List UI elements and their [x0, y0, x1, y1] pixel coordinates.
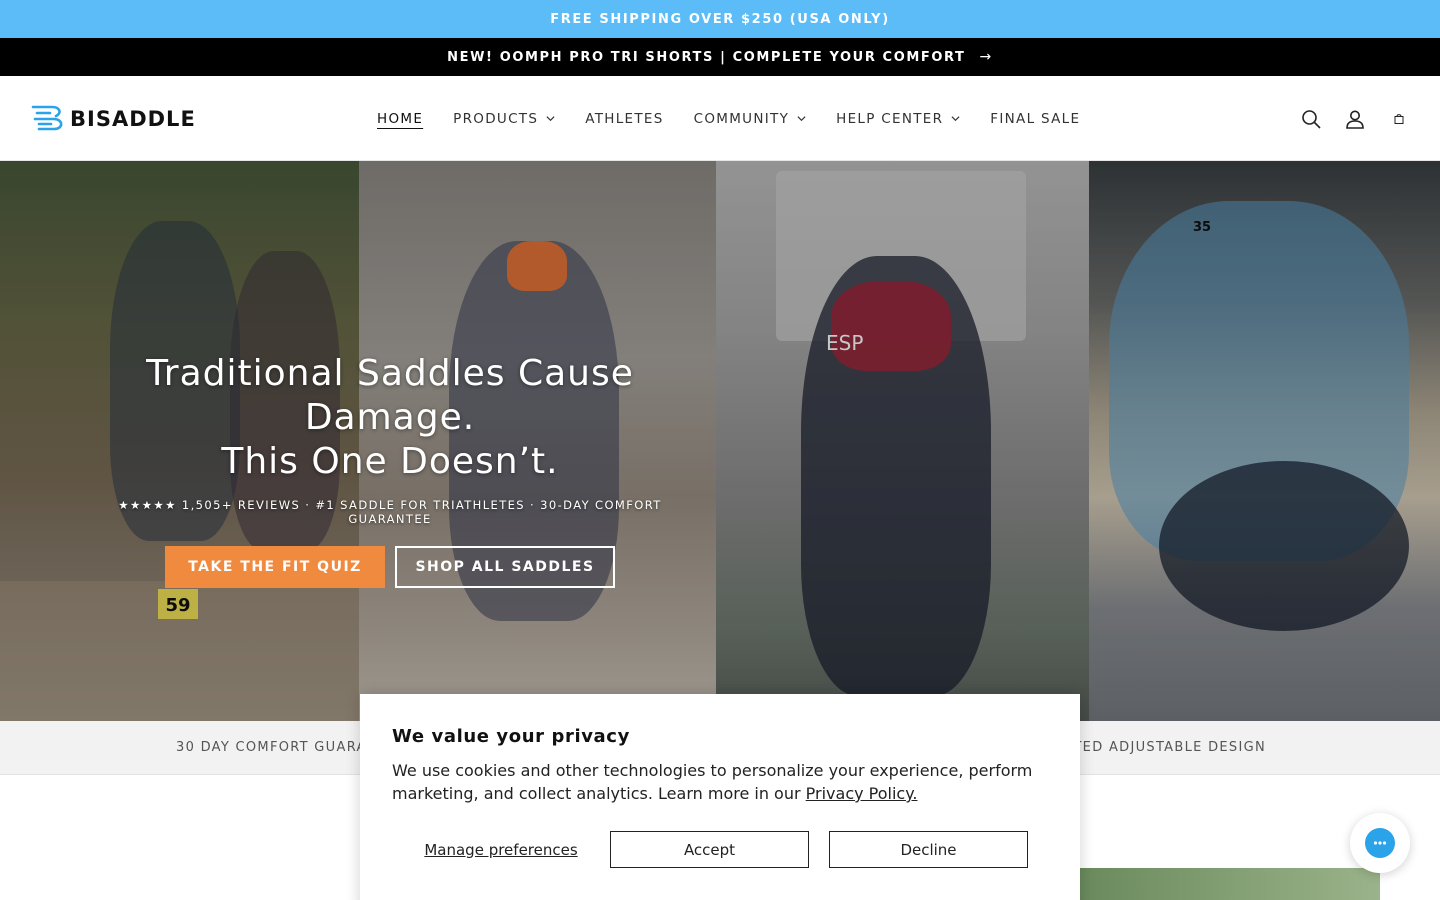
hero-title-line-2: This One Doesn’t. [221, 441, 559, 482]
nav-item-products[interactable]: PRODUCTS [438, 111, 570, 127]
nav-item-label[interactable]: HELP CENTER [836, 111, 943, 127]
site-header: BISADDLE HOME PRODUCTS ATHLETES COMMUNIT… [0, 76, 1440, 161]
nav-item-home[interactable]: HOME [362, 111, 438, 127]
cookie-actions: Manage preferences Accept Decline [392, 831, 1028, 868]
hero-subtitle: ★★★★★ 1,505+ REVIEWS · #1 SADDLE FOR TRI… [118, 498, 662, 526]
section-photo [1080, 868, 1380, 900]
nav-item-help-center[interactable]: HELP CENTER [821, 111, 975, 127]
arrow-right-icon[interactable]: → [980, 49, 993, 65]
nav-item-label[interactable]: ATHLETES [585, 111, 663, 127]
search-icon[interactable] [1300, 108, 1322, 130]
chat-bubble-icon[interactable] [1365, 828, 1395, 858]
hero-title-line-1: Traditional Saddles Cause Damage. [146, 353, 634, 438]
nav-item-community[interactable]: COMMUNITY [679, 111, 822, 127]
usp-right: ITED ADJUSTABLE DESIGN [1068, 740, 1266, 755]
hero-title: Traditional Saddles Cause Damage. This O… [80, 352, 700, 484]
chevron-down-icon[interactable] [797, 114, 806, 123]
cart-icon[interactable] [1388, 108, 1410, 130]
bisaddle-logo-icon[interactable]: BISADDLE [30, 102, 210, 134]
decline-button[interactable]: Decline [829, 831, 1028, 868]
chevron-down-icon[interactable] [546, 114, 555, 123]
account-icon[interactable] [1344, 108, 1366, 130]
accept-button[interactable]: Accept [610, 831, 809, 868]
cookie-body: We use cookies and other technologies to… [392, 761, 1033, 803]
hero-buttons: TAKE THE FIT QUIZ SHOP ALL SADDLES [80, 546, 700, 588]
nav-item-label[interactable]: COMMUNITY [694, 111, 790, 127]
main-nav: HOME PRODUCTS ATHLETES COMMUNITY HELP CE… [362, 76, 1095, 161]
cookie-banner: We value your privacy We use cookies and… [360, 694, 1080, 900]
hero-photo-time-trial: 35 [1089, 161, 1440, 721]
nav-item-label[interactable]: PRODUCTS [453, 111, 538, 127]
promo-bar[interactable]: NEW! OOMPH PRO TRI SHORTS | COMPLETE YOU… [0, 38, 1440, 76]
manage-preferences-link[interactable]: Manage preferences [392, 841, 610, 859]
logo[interactable]: BISADDLE [30, 102, 210, 134]
shop-all-saddles-button[interactable]: SHOP ALL SADDLES [395, 546, 615, 588]
announcement-text: FREE SHIPPING OVER $250 (USA ONLY) [550, 11, 890, 27]
hero-photo-triathlete-esp: ESP [716, 161, 1089, 721]
logo-text: BISADDLE [70, 107, 196, 131]
fit-quiz-button[interactable]: TAKE THE FIT QUIZ [165, 546, 385, 588]
cookie-text: We use cookies and other technologies to… [392, 759, 1052, 805]
nav-item-athletes[interactable]: ATHLETES [570, 111, 678, 127]
cookie-title: We value your privacy [392, 726, 630, 747]
nav-item-label[interactable]: HOME [377, 111, 423, 127]
announcement-bar: FREE SHIPPING OVER $250 (USA ONLY) [0, 0, 1440, 38]
usp-left: 30 DAY COMFORT GUARA [176, 740, 367, 755]
chat-launcher[interactable] [1350, 813, 1410, 873]
nav-item-final-sale[interactable]: FINAL SALE [975, 111, 1095, 127]
chevron-down-icon[interactable] [951, 114, 960, 123]
privacy-policy-link[interactable]: Privacy Policy. [806, 784, 918, 803]
nav-item-label[interactable]: FINAL SALE [990, 111, 1080, 127]
hero-content: Traditional Saddles Cause Damage. This O… [80, 352, 700, 588]
promo-text[interactable]: NEW! OOMPH PRO TRI SHORTS | COMPLETE YOU… [447, 50, 965, 65]
header-icons [1300, 76, 1410, 161]
